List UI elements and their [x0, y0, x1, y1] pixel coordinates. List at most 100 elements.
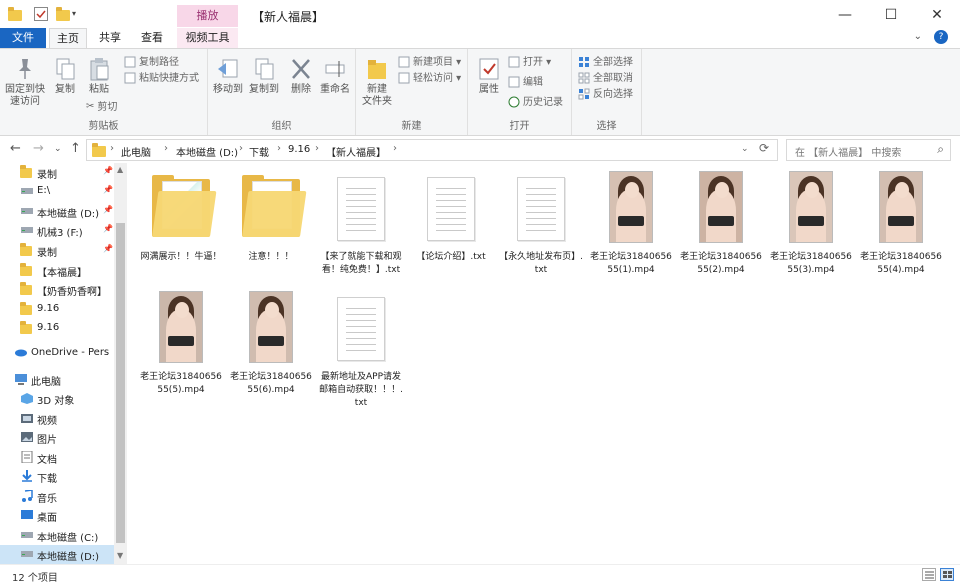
- chevron-right-icon[interactable]: ›: [393, 143, 397, 154]
- file-item[interactable]: 老王论坛3184065655(5).mp4: [138, 287, 224, 407]
- file-item[interactable]: 老王论坛3184065655(2).mp4: [678, 167, 764, 287]
- maximize-button[interactable]: ☐: [868, 0, 914, 30]
- tab-home[interactable]: 主页: [49, 28, 87, 48]
- sidebar-item[interactable]: 音乐: [0, 487, 114, 506]
- breadcrumb-this-pc[interactable]: 此电脑: [121, 144, 151, 159]
- scroll-down-icon[interactable]: ▼: [117, 551, 123, 560]
- new-folder-button[interactable]: 新建 文件夹: [360, 57, 394, 108]
- scrollbar-thumb[interactable]: [116, 223, 125, 543]
- history-button[interactable]: 历史记录: [508, 95, 563, 111]
- breadcrumb-current-folder[interactable]: 【新人福晨】: [326, 144, 386, 159]
- search-icon[interactable]: ⌕: [937, 142, 944, 157]
- tab-share[interactable]: 共享: [90, 28, 130, 48]
- file-item[interactable]: 老王论坛3184065655(1).mp4: [588, 167, 674, 287]
- forward-arrow-icon[interactable]: →: [33, 141, 44, 156]
- delete-button[interactable]: 删除: [286, 57, 316, 96]
- pin-icon[interactable]: 📌: [103, 185, 113, 194]
- file-item[interactable]: 老王论坛3184065655(3).mp4: [768, 167, 854, 287]
- chevron-down-icon[interactable]: ⌄: [741, 144, 749, 154]
- pin-icon[interactable]: 📌: [103, 244, 113, 253]
- file-item[interactable]: 老王论坛3184065655(6).mp4: [228, 287, 314, 407]
- up-arrow-icon[interactable]: ↑: [70, 141, 81, 156]
- sidebar-item-label: 录制: [37, 170, 57, 181]
- sidebar-item[interactable]: 本地磁盘 (C:): [0, 526, 114, 545]
- scroll-up-icon[interactable]: ▲: [117, 165, 123, 174]
- sidebar-item[interactable]: 文档: [0, 448, 114, 467]
- large-icons-view-icon[interactable]: [940, 568, 954, 581]
- copy-path-button[interactable]: 复制路径: [124, 55, 179, 71]
- pin-icon[interactable]: 📌: [103, 224, 113, 233]
- sidebar-item[interactable]: 录制 📌: [0, 163, 114, 182]
- chevron-right-icon[interactable]: ›: [277, 143, 281, 154]
- copy-to-button[interactable]: 复制到: [248, 57, 280, 96]
- tab-video-tools[interactable]: 视频工具: [177, 28, 238, 48]
- rename-button[interactable]: 重命名: [318, 57, 352, 96]
- customize-toolbar-icon[interactable]: ▾: [72, 7, 86, 21]
- properties-icon[interactable]: [34, 7, 48, 21]
- pin-quick-access-button[interactable]: 固定到快 速访问: [4, 57, 46, 108]
- file-item[interactable]: 【来了就能下载和观看！纯免费！】.txt: [318, 167, 404, 287]
- file-item[interactable]: 最新地址及APP请发邮箱自动获取！！！.txt: [318, 287, 404, 408]
- sidebar-item[interactable]: 3D 对象: [0, 389, 114, 408]
- breadcrumb-downloads[interactable]: 下载: [249, 144, 269, 159]
- select-none-button[interactable]: 全部取消: [578, 71, 633, 87]
- chevron-right-icon[interactable]: ›: [239, 143, 243, 154]
- edit-button[interactable]: 编辑: [508, 75, 543, 91]
- sidebar-item[interactable]: 9.16: [0, 300, 114, 319]
- sidebar-item[interactable]: 【本福晨】: [0, 261, 114, 280]
- sidebar-scrollbar[interactable]: ▲ ▼: [114, 163, 127, 564]
- search-box[interactable]: 在 【新人福晨】 中搜索 ⌕: [786, 139, 951, 161]
- back-arrow-icon[interactable]: ←: [10, 141, 21, 156]
- paste-shortcut-button[interactable]: 粘贴快捷方式: [124, 71, 199, 87]
- minimize-button[interactable]: —: [822, 0, 868, 30]
- chevron-right-icon[interactable]: ›: [315, 143, 319, 154]
- sidebar-item[interactable]: 此电脑: [0, 370, 114, 389]
- cut-button[interactable]: ✂ 剪切: [86, 99, 117, 115]
- recent-locations-icon[interactable]: ⌄: [54, 144, 62, 154]
- tab-view[interactable]: 查看: [132, 28, 172, 48]
- sidebar-item[interactable]: 录制 📌: [0, 241, 114, 260]
- close-button[interactable]: ✕: [914, 0, 960, 30]
- pin-icon[interactable]: 📌: [103, 205, 113, 214]
- invert-selection-icon: [578, 88, 590, 100]
- file-item[interactable]: 【论坛介绍】.txt: [408, 167, 494, 287]
- easy-access-button[interactable]: 轻松访问 ▾: [398, 71, 461, 87]
- chevron-down-icon[interactable]: ⌄: [914, 31, 922, 42]
- file-item[interactable]: 【永久地址发布页】.txt: [498, 167, 584, 287]
- refresh-icon[interactable]: ⟳: [759, 141, 769, 155]
- move-to-button[interactable]: 移动到: [212, 57, 244, 96]
- chevron-right-icon[interactable]: ›: [110, 143, 114, 154]
- properties-button[interactable]: 属性: [474, 57, 504, 96]
- invert-selection-button[interactable]: 反向选择: [578, 87, 633, 103]
- sidebar-item[interactable]: OneDrive - Pers: [0, 344, 114, 363]
- sidebar-item[interactable]: 本地磁盘 (D:) 📌: [0, 202, 114, 221]
- select-all-button[interactable]: 全部选择: [578, 55, 633, 71]
- open-button[interactable]: 打开 ▾: [508, 55, 551, 71]
- organize-group-label: 组织: [271, 121, 292, 132]
- pin-icon[interactable]: 📌: [103, 166, 113, 175]
- new-folder-icon[interactable]: [56, 7, 70, 21]
- sidebar-item[interactable]: E:\ 📌: [0, 182, 114, 201]
- sidebar-item[interactable]: 【奶香奶香啊】: [0, 280, 114, 299]
- paste-button[interactable]: 粘贴: [84, 57, 114, 96]
- file-item[interactable]: 网满展示！！牛逼！: [138, 167, 224, 287]
- sidebar-item[interactable]: 图片: [0, 428, 114, 447]
- sidebar-item[interactable]: 机械3 (F:) 📌: [0, 221, 114, 240]
- sidebar-item[interactable]: 视频: [0, 409, 114, 428]
- help-icon[interactable]: ?: [934, 30, 948, 44]
- sidebar-item[interactable]: 本地磁盘 (D:): [0, 545, 114, 564]
- file-item[interactable]: 老王论坛3184065655(4).mp4: [858, 167, 944, 287]
- breadcrumb-drive-d[interactable]: 本地磁盘 (D:): [176, 144, 238, 159]
- sidebar-item[interactable]: 9.16: [0, 319, 114, 338]
- breadcrumb-9-16[interactable]: 9.16: [288, 144, 310, 155]
- address-bar[interactable]: › 此电脑 › 本地磁盘 (D:) › 下载 › 9.16 › 【新人福晨】 ›…: [86, 139, 778, 161]
- copy-button[interactable]: 复制: [50, 57, 80, 96]
- details-view-icon[interactable]: [922, 568, 936, 581]
- sidebar-item[interactable]: 下载: [0, 467, 114, 486]
- file-item[interactable]: 注意！！！: [228, 167, 314, 287]
- folder-icon: [20, 243, 32, 257]
- new-item-button[interactable]: 新建项目 ▾: [398, 55, 461, 71]
- tab-file[interactable]: 文件: [0, 28, 46, 48]
- chevron-right-icon[interactable]: ›: [164, 143, 168, 154]
- sidebar-item[interactable]: 桌面: [0, 506, 114, 525]
